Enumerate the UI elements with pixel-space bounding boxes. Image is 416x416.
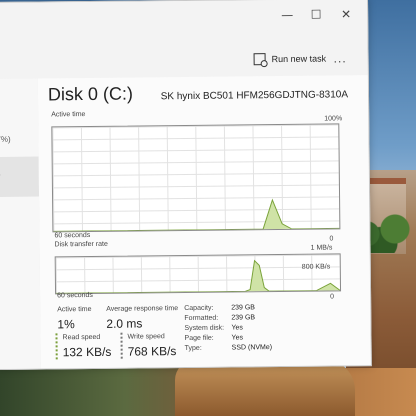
active-time-line	[53, 198, 340, 232]
close-button[interactable]: ✕	[337, 6, 355, 22]
run-new-task-button[interactable]: Run new task	[253, 50, 327, 69]
transfer-rate-area	[56, 260, 341, 294]
prop-capacity-key: Capacity:	[184, 304, 214, 313]
prop-type-key: Type:	[184, 344, 202, 353]
transfer-rate-zero-label: 0	[330, 293, 335, 301]
run-task-icon	[253, 53, 266, 66]
transfer-rate-line	[56, 259, 341, 294]
performance-nav-pane: 7%) )	[0, 78, 42, 369]
maximize-button[interactable]: ☐	[307, 7, 325, 23]
stat-read-speed-label: Read speed	[62, 333, 101, 342]
active-time-area	[53, 199, 340, 232]
transfer-rate-duration-label: 60 seconds	[57, 291, 93, 300]
stat-avg-response-label: Average response time	[106, 305, 179, 313]
disk-details-panel: Disk 0 (C:) SK hynix BC501 HFM256GDJTNG-…	[37, 75, 371, 369]
active-time-zero-label: 0	[329, 235, 334, 243]
prop-system-disk-value: Yes	[231, 324, 243, 332]
stat-write-speed-value: 768 KB/s	[127, 344, 177, 359]
prop-system-disk-key: System disk:	[184, 324, 225, 333]
prop-formatted-value: 239 GB	[231, 314, 256, 322]
active-time-graph	[51, 123, 341, 233]
active-time-chart	[53, 198, 340, 232]
run-new-task-label: Run new task	[271, 53, 327, 65]
task-manager-window: — ☐ ✕ Run new task ... 7%) ) Disk 0 (C:)…	[0, 0, 372, 370]
transfer-rate-chart	[56, 259, 341, 294]
prop-page-file-value: Yes	[231, 334, 243, 342]
transfer-rate-graph-label: Disk transfer rate	[54, 240, 108, 249]
stat-read-speed-value: 132 KB/s	[62, 344, 112, 360]
stat-write-speed-label: Write speed	[127, 333, 165, 341]
active-time-graph-label: Active time	[51, 111, 86, 119]
prop-formatted-key: Formatted:	[184, 314, 219, 323]
nav-item-disk-selected[interactable]	[0, 156, 40, 197]
prop-capacity-value: 239 GB	[231, 304, 256, 312]
prop-type-value: SSD (NVMe)	[231, 344, 273, 352]
stat-active-time-value: 1%	[57, 317, 75, 332]
minimize-button[interactable]: —	[278, 7, 296, 23]
transfer-rate-max-label: 1 MB/s	[310, 244, 333, 252]
disk-title: Disk 0 (C:)	[47, 83, 134, 105]
title-bar[interactable]: — ☐ ✕	[0, 0, 368, 33]
active-time-duration-label: 60 seconds	[54, 232, 91, 240]
transfer-rate-mid-label: 800 KB/s	[301, 263, 331, 271]
nav-item-partial-percent: 7%)	[0, 134, 11, 144]
prop-page-file-key: Page file:	[184, 334, 214, 343]
nav-item-partial-glyph: )	[0, 167, 1, 181]
active-time-max-label: 100%	[324, 115, 343, 123]
transfer-rate-graph	[54, 253, 342, 295]
read-speed-indicator	[55, 333, 58, 360]
toolbar: Run new task ...	[0, 29, 368, 79]
more-options-button[interactable]: ...	[334, 51, 347, 65]
stat-active-time-label: Active time	[57, 305, 92, 314]
stat-avg-response-value: 2.0 ms	[106, 316, 143, 331]
write-speed-indicator	[120, 332, 123, 359]
background-rock	[175, 360, 355, 416]
disk-model: SK hynix BC501 HFM256GDJTNG-8310A	[160, 89, 349, 103]
